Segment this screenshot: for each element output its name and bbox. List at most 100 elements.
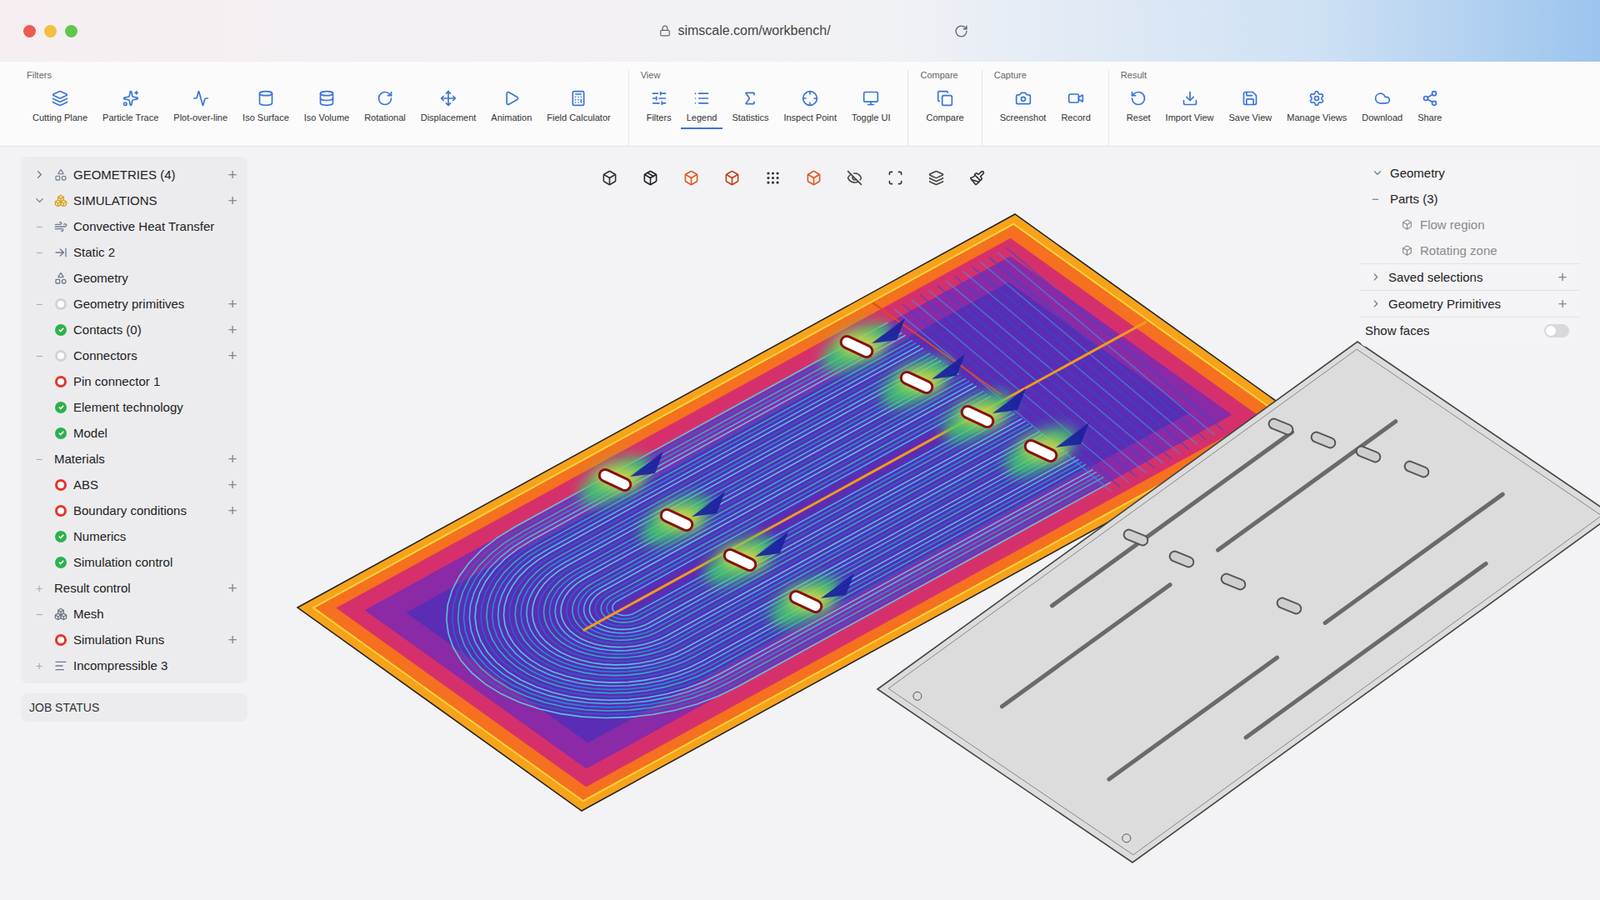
tree-item[interactable]: Pin connector 1 bbox=[20, 368, 248, 395]
tree-item[interactable]: −Geometry primitives+ bbox=[20, 290, 248, 317]
toolbar-button[interactable]: Inspect Point bbox=[777, 90, 843, 130]
add-button[interactable]: + bbox=[225, 346, 240, 365]
tree-item[interactable]: −Connectors+ bbox=[20, 342, 248, 369]
minimize-button[interactable] bbox=[44, 25, 57, 38]
toolbar-button[interactable]: Iso Volume bbox=[298, 90, 355, 130]
tree-section[interactable]: SIMULATIONS+ bbox=[20, 187, 248, 214]
hide-icon[interactable] bbox=[846, 170, 863, 186]
tree-item[interactable]: −Convective Heat Transfer bbox=[20, 213, 248, 240]
wireframe-view-icon[interactable] bbox=[724, 170, 740, 186]
tree-expander[interactable]: − bbox=[32, 245, 46, 260]
add-button[interactable]: + bbox=[1555, 295, 1570, 314]
tree-expander[interactable]: − bbox=[32, 220, 46, 234]
section-toggle[interactable] bbox=[32, 194, 46, 207]
zoom-button[interactable] bbox=[65, 25, 78, 38]
add-button[interactable]: + bbox=[225, 630, 240, 650]
tree-expander[interactable]: + bbox=[32, 581, 46, 595]
panel-row[interactable]: Geometry Primitives+ bbox=[1360, 290, 1580, 317]
error-status-icon bbox=[55, 505, 67, 517]
tree-item[interactable]: Contacts (0)+ bbox=[20, 316, 248, 343]
tool-icon bbox=[1067, 90, 1085, 107]
tree-section[interactable]: GEOMETRIES (4)+ bbox=[20, 161, 248, 188]
toolbar-button[interactable]: Rotational bbox=[358, 90, 412, 130]
tree-item[interactable]: +Incompressible 3 bbox=[20, 652, 248, 679]
toolbar-button[interactable]: Particle Trace bbox=[96, 90, 165, 130]
surface-view-icon[interactable] bbox=[683, 170, 700, 186]
address-bar[interactable]: simscale.com/workbench/ bbox=[77, 23, 1600, 39]
tree-item[interactable]: +Result control+ bbox=[20, 575, 248, 601]
tree-item[interactable]: Simulation control bbox=[20, 549, 248, 575]
points-view-icon[interactable] bbox=[765, 170, 781, 186]
tree-item[interactable]: Numerics bbox=[20, 523, 248, 550]
viewport[interactable]: Geometry−Parts (3)Flow regionRotating zo… bbox=[254, 146, 1600, 900]
add-button[interactable]: + bbox=[225, 475, 240, 495]
solid-view-icon[interactable] bbox=[642, 170, 659, 186]
add-button[interactable]: + bbox=[225, 295, 240, 314]
tree-item[interactable]: Element technology bbox=[20, 394, 248, 420]
tree-expander[interactable]: − bbox=[32, 297, 46, 311]
tree-item[interactable]: −Mesh bbox=[20, 600, 248, 627]
chevron-right-icon bbox=[33, 168, 46, 181]
tree-item[interactable]: Model bbox=[20, 420, 248, 446]
tree-item[interactable]: Simulation Runs+ bbox=[20, 626, 248, 653]
toolbar-button[interactable]: Save View bbox=[1222, 90, 1278, 130]
toolbar-button[interactable]: Manage Views bbox=[1280, 90, 1353, 130]
tree-expander[interactable]: − bbox=[32, 349, 46, 363]
tool-icon bbox=[1181, 90, 1199, 107]
toolbar-button[interactable]: Iso Surface bbox=[236, 90, 295, 130]
group-title: View bbox=[640, 70, 897, 80]
add-button[interactable]: + bbox=[225, 320, 240, 340]
toolbar-button[interactable]: Animation bbox=[485, 90, 538, 130]
tree-expander[interactable]: − bbox=[32, 452, 46, 466]
ok-status-icon bbox=[55, 401, 67, 414]
slit bbox=[1109, 657, 1278, 780]
toolbar-button[interactable]: Compare bbox=[920, 90, 970, 130]
reload-button[interactable] bbox=[954, 24, 969, 39]
box-select-icon[interactable] bbox=[887, 170, 904, 186]
panel-row[interactable]: Saved selections+ bbox=[1360, 263, 1580, 290]
show-faces-toggle[interactable] bbox=[1544, 324, 1570, 338]
add-button[interactable]: + bbox=[225, 165, 240, 185]
toolbar-button[interactable]: Record bbox=[1055, 90, 1096, 130]
toolbar-button[interactable]: Plot-over-line bbox=[167, 90, 234, 130]
add-button[interactable]: + bbox=[225, 579, 240, 598]
close-button[interactable] bbox=[23, 25, 36, 38]
layers-icon[interactable] bbox=[928, 170, 945, 186]
tree-item[interactable]: −Materials+ bbox=[20, 445, 248, 472]
outline-view-icon[interactable] bbox=[805, 170, 822, 186]
part-item[interactable]: Rotating zone bbox=[1360, 237, 1580, 264]
paint-icon[interactable] bbox=[969, 170, 985, 186]
toolbar-button[interactable]: Screenshot bbox=[994, 90, 1053, 130]
part-item[interactable]: Flow region bbox=[1360, 211, 1580, 238]
toolbar-button[interactable]: Import View bbox=[1160, 90, 1220, 130]
tool-icon bbox=[1130, 90, 1147, 107]
panel-header[interactable]: Geometry bbox=[1360, 160, 1580, 186]
view-cube-icon[interactable] bbox=[601, 170, 618, 186]
toolbar-button[interactable]: Cutting Plane bbox=[26, 90, 94, 130]
tree-expander[interactable]: − bbox=[32, 607, 46, 621]
add-button[interactable]: + bbox=[225, 501, 240, 520]
section-toggle[interactable] bbox=[32, 168, 46, 181]
toolbar-button[interactable]: Legend bbox=[680, 90, 724, 130]
show-faces-row: Show faces bbox=[1360, 316, 1580, 344]
add-button[interactable]: + bbox=[1555, 268, 1570, 287]
add-button[interactable]: + bbox=[225, 450, 240, 469]
tree-item[interactable]: ABS+ bbox=[20, 471, 248, 498]
toolbar-button[interactable]: Share bbox=[1411, 90, 1448, 130]
toolbar-button[interactable]: Reset bbox=[1120, 90, 1157, 130]
parts-row[interactable]: −Parts (3) bbox=[1360, 185, 1580, 212]
toolbar-button[interactable]: Displacement bbox=[415, 90, 483, 130]
toolbar-button[interactable]: Statistics bbox=[725, 90, 775, 130]
job-status[interactable]: JOB STATUS bbox=[20, 693, 248, 722]
toolbar-button[interactable]: Toggle UI bbox=[845, 90, 896, 130]
tree-item[interactable]: Geometry bbox=[20, 265, 248, 291]
tree-item[interactable]: Boundary conditions+ bbox=[20, 497, 248, 524]
tree-expander[interactable]: + bbox=[32, 659, 46, 673]
toolbar-button[interactable]: Field Calculator bbox=[540, 90, 616, 130]
toolbar-button[interactable]: Download bbox=[1355, 90, 1409, 130]
geometry-plate[interactable] bbox=[877, 341, 1600, 863]
add-button[interactable]: + bbox=[225, 191, 240, 210]
mesh-icon bbox=[54, 607, 68, 621]
toolbar-button[interactable]: Filters bbox=[640, 90, 678, 130]
tree-item[interactable]: −Static 2 bbox=[20, 239, 248, 265]
